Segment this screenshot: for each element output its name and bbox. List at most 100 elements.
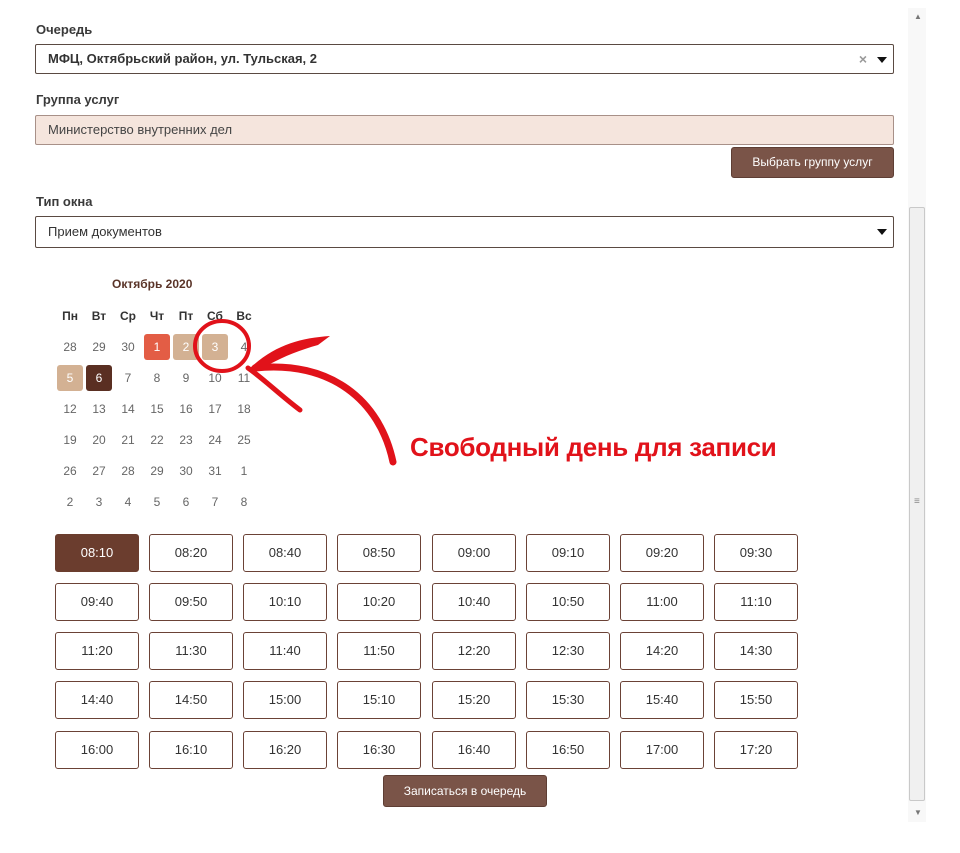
time-slot-button[interactable]: 09:40 [55, 583, 139, 621]
calendar-day[interactable]: 9 [173, 365, 199, 391]
choose-service-group-button[interactable]: Выбрать группу услуг [731, 147, 894, 178]
calendar-day[interactable]: 4 [115, 489, 141, 515]
time-slot-button[interactable]: 15:00 [243, 681, 327, 719]
chevron-down-icon[interactable] [877, 229, 887, 235]
time-slot-button[interactable]: 15:10 [337, 681, 421, 719]
time-slot-button[interactable]: 16:20 [243, 731, 327, 769]
calendar-day[interactable]: 24 [202, 427, 228, 453]
weekday-header: Сб [207, 309, 223, 323]
calendar-day[interactable]: 23 [173, 427, 199, 453]
weekday-header: Ср [120, 309, 136, 323]
clear-icon[interactable]: × [859, 45, 867, 73]
calendar-day[interactable]: 13 [86, 396, 112, 422]
calendar-day[interactable]: 1 [231, 458, 257, 484]
annotation-text: Свободный день для записи [410, 432, 777, 462]
time-slot-button[interactable]: 11:10 [714, 583, 798, 621]
calendar-day[interactable]: 5 [144, 489, 170, 515]
calendar-day[interactable]: 2 [57, 489, 83, 515]
time-slot-button[interactable]: 11:20 [55, 632, 139, 670]
service-group-value: Министерство внутренних дел [48, 122, 233, 137]
chevron-down-icon[interactable] [877, 57, 887, 63]
time-slot-button[interactable]: 11:40 [243, 632, 327, 670]
calendar-day[interactable]: 25 [231, 427, 257, 453]
calendar-day[interactable]: 17 [202, 396, 228, 422]
time-slot-button[interactable]: 09:00 [432, 534, 516, 572]
calendar-day[interactable]: 12 [57, 396, 83, 422]
time-slot-button[interactable]: 16:40 [432, 731, 516, 769]
calendar-day[interactable]: 7 [115, 365, 141, 391]
time-slot-button[interactable]: 14:20 [620, 632, 704, 670]
time-slot-button[interactable]: 09:20 [620, 534, 704, 572]
time-slot-button[interactable]: 11:30 [149, 632, 233, 670]
calendar-day[interactable]: 21 [115, 427, 141, 453]
time-slot-button[interactable]: 08:50 [337, 534, 421, 572]
time-slot-button[interactable]: 11:00 [620, 583, 704, 621]
time-slot-button[interactable]: 10:40 [432, 583, 516, 621]
time-slot-button[interactable]: 10:10 [243, 583, 327, 621]
time-slot-button[interactable]: 17:00 [620, 731, 704, 769]
time-slot-button[interactable]: 17:20 [714, 731, 798, 769]
calendar-day[interactable]: 28 [57, 334, 83, 360]
arrow-shaft [251, 363, 397, 466]
calendar-day[interactable]: 3 [86, 489, 112, 515]
calendar-day[interactable]: 3 [202, 334, 228, 360]
calendar-day[interactable]: 6 [86, 365, 112, 391]
calendar-day[interactable]: 6 [173, 489, 199, 515]
enqueue-button[interactable]: Записаться в очередь [383, 775, 547, 807]
time-slot-button[interactable]: 15:30 [526, 681, 610, 719]
queue-value: МФЦ, Октябрьский район, ул. Тульская, 2 [48, 51, 317, 66]
calendar-day[interactable]: 5 [57, 365, 83, 391]
weekday-header: Чт [149, 309, 165, 323]
time-slot-button[interactable]: 15:40 [620, 681, 704, 719]
time-slot-button[interactable]: 16:10 [149, 731, 233, 769]
time-slot-button[interactable]: 10:50 [526, 583, 610, 621]
time-slot-button[interactable]: 09:30 [714, 534, 798, 572]
time-slot-button[interactable]: 09:10 [526, 534, 610, 572]
scroll-down-icon[interactable]: ▼ [914, 808, 922, 817]
time-slot-button[interactable]: 14:50 [149, 681, 233, 719]
time-slot-button[interactable]: 08:40 [243, 534, 327, 572]
time-slot-button[interactable]: 10:20 [337, 583, 421, 621]
calendar-day[interactable]: 11 [231, 365, 257, 391]
calendar-day[interactable]: 19 [57, 427, 83, 453]
arrow-upper-stroke [250, 336, 330, 368]
time-slot-button[interactable]: 16:30 [337, 731, 421, 769]
scroll-up-icon[interactable]: ▲ [914, 12, 922, 21]
calendar-day[interactable]: 30 [115, 334, 141, 360]
calendar-day[interactable]: 18 [231, 396, 257, 422]
calendar-day[interactable]: 30 [173, 458, 199, 484]
time-slot-button[interactable]: 11:50 [337, 632, 421, 670]
time-slot-button[interactable]: 08:20 [149, 534, 233, 572]
time-slot-button[interactable]: 08:10 [55, 534, 139, 572]
time-slot-button[interactable]: 12:30 [526, 632, 610, 670]
calendar-day[interactable]: 27 [86, 458, 112, 484]
calendar-day[interactable]: 29 [86, 334, 112, 360]
time-slot-button[interactable]: 14:40 [55, 681, 139, 719]
time-slot-button[interactable]: 15:20 [432, 681, 516, 719]
time-slot-button[interactable]: 16:00 [55, 731, 139, 769]
calendar-day[interactable]: 8 [231, 489, 257, 515]
calendar-day[interactable]: 15 [144, 396, 170, 422]
queue-select[interactable]: МФЦ, Октябрьский район, ул. Тульская, 2 … [35, 44, 894, 74]
time-slot-button[interactable]: 15:50 [714, 681, 798, 719]
calendar-day[interactable]: 7 [202, 489, 228, 515]
calendar-day[interactable]: 1 [144, 334, 170, 360]
time-slot-button[interactable]: 14:30 [714, 632, 798, 670]
calendar-day[interactable]: 8 [144, 365, 170, 391]
window-type-select[interactable]: Прием документов [35, 216, 894, 248]
calendar-day[interactable]: 22 [144, 427, 170, 453]
calendar-day[interactable]: 16 [173, 396, 199, 422]
time-slot-button[interactable]: 09:50 [149, 583, 233, 621]
queue-label: Очередь [36, 22, 93, 37]
calendar-day[interactable]: 2 [173, 334, 199, 360]
calendar-day[interactable]: 31 [202, 458, 228, 484]
calendar-day[interactable]: 10 [202, 365, 228, 391]
calendar-day[interactable]: 4 [231, 334, 257, 360]
calendar-day[interactable]: 29 [144, 458, 170, 484]
time-slot-button[interactable]: 16:50 [526, 731, 610, 769]
calendar-day[interactable]: 28 [115, 458, 141, 484]
calendar-day[interactable]: 26 [57, 458, 83, 484]
calendar-day[interactable]: 14 [115, 396, 141, 422]
time-slot-button[interactable]: 12:20 [432, 632, 516, 670]
calendar-day[interactable]: 20 [86, 427, 112, 453]
